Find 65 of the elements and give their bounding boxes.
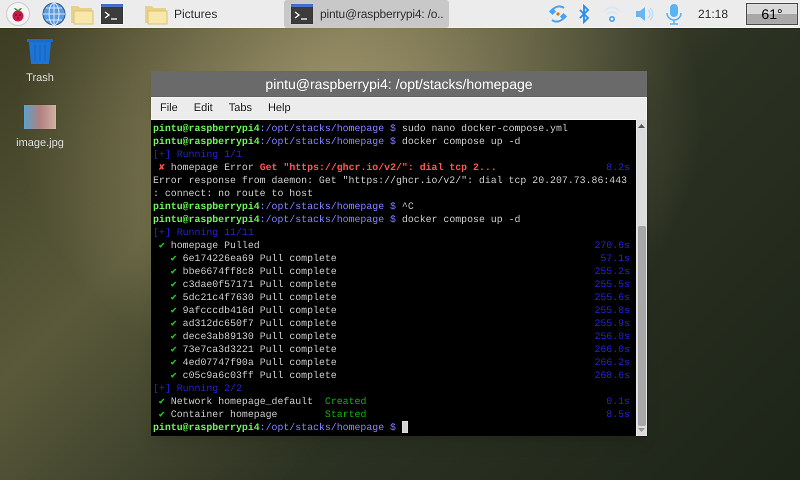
window-title: pintu@raspberrypi4: /opt/stacks/homepage xyxy=(265,74,533,94)
duration-text: 255.2s xyxy=(594,265,630,278)
terminal-icon[interactable] xyxy=(100,3,124,25)
raspberry-logo-icon[interactable] xyxy=(6,2,30,26)
duration-text: 256.0s xyxy=(594,330,630,343)
duration-text: 57.1s xyxy=(600,252,630,265)
cpu-temperature-monitor[interactable]: 61° xyxy=(746,3,798,25)
duration-text: 8.2s xyxy=(606,161,630,174)
network-transfer-icon[interactable] xyxy=(548,4,568,24)
taskbar-window-button[interactable]: Pictures xyxy=(138,0,278,28)
trash-icon[interactable] xyxy=(26,38,54,64)
terminal-line: Error response from daemon: Get "https://ghcr.io/v2/": dial tcp 20.207.73.86:443 xyxy=(153,174,628,187)
terminal-line: ✔ Container homepage Started xyxy=(158,408,366,421)
microphone-icon[interactable] xyxy=(666,3,682,25)
terminal-line: ✔ 5dc21c4f7630 Pull complete xyxy=(170,291,337,304)
terminal-line: ✔ c3dae0f57171 Pull complete xyxy=(170,278,337,291)
wifi-icon[interactable] xyxy=(602,4,622,24)
menu-item[interactable]: Help xyxy=(268,100,291,117)
terminal-line: pintu@raspberrypi4:/opt/stacks/homepage $ sudo nano docker-compose.yml xyxy=(153,122,568,135)
duration-text: 255.8s xyxy=(594,304,630,317)
terminal-line: ✔ dece3ab89130 Pull complete xyxy=(170,330,337,343)
scrollbar-thumb[interactable] xyxy=(638,226,646,426)
scroll-up-arrow-icon[interactable] xyxy=(637,122,646,130)
terminal-line: pintu@raspberrypi4:/opt/stacks/homepage $ docker compose up -d xyxy=(153,213,520,226)
duration-text: 255.9s xyxy=(594,317,630,330)
terminal-line: ✔ 73e7ca3d3221 Pull complete xyxy=(170,343,337,356)
terminal-line: [+] Running 1/1 xyxy=(153,148,242,161)
terminal-icon xyxy=(290,3,314,25)
menu-item[interactable]: File xyxy=(160,100,178,117)
duration-text: 255.5s xyxy=(594,278,630,291)
terminal-line: ✔ c05c9a6c03ff Pull complete xyxy=(170,369,337,382)
taskbar-window-button[interactable]: pintu@raspberrypi4: /o.. xyxy=(284,0,450,28)
photo-placeholder[interactable] xyxy=(24,104,56,128)
duration-text: 268.6s xyxy=(594,369,630,382)
terminal-line: ✔ 9afcccdb416d Pull complete xyxy=(170,304,337,317)
terminal-line: pintu@raspberrypi4:/opt/stacks/homepage $ docker compose up -d xyxy=(153,135,520,148)
speaker-icon[interactable] xyxy=(634,4,654,24)
terminal-line: : connect: no route to host xyxy=(153,187,314,200)
duration-text: 270.6s xyxy=(594,239,630,252)
bluetooth-icon[interactable] xyxy=(578,4,590,24)
terminal-line: [+] Running 2/2 xyxy=(153,382,242,395)
menu-item[interactable]: Edit xyxy=(194,100,213,117)
icon-label[interactable]: image.jpg xyxy=(16,134,64,151)
duration-text: 266.2s xyxy=(594,356,630,369)
duration-text: 8.5s xyxy=(606,408,630,421)
scroll-down-arrow-icon[interactable] xyxy=(637,426,646,434)
terminal-line: ✔ 6e174226ea69 Pull complete xyxy=(170,252,337,265)
folder-icon xyxy=(144,3,168,25)
duration-text: 255.6s xyxy=(594,291,630,304)
duration-text: 0.1s xyxy=(606,395,630,408)
terminal-line: ✘ homepage Error Get "https://ghcr.io/v2/": dial tcp 2... xyxy=(158,161,497,174)
terminal-line: ✔ bbe6674ff8c8 Pull complete xyxy=(170,265,337,278)
terminal-line: pintu@raspberrypi4:/opt/stacks/homepage $ xyxy=(153,421,396,434)
terminal-line: ✔ 4ed07747f90a Pull complete xyxy=(170,356,337,369)
icon-label[interactable]: Trash xyxy=(26,70,54,86)
duration-text: 266.0s xyxy=(594,343,630,356)
globe-icon[interactable] xyxy=(42,2,66,26)
terminal-line: pintu@raspberrypi4:/opt/stacks/homepage $ ^C xyxy=(153,200,414,213)
menu-item[interactable]: Tabs xyxy=(228,100,252,117)
terminal-line: [+] Running 11/11 xyxy=(153,226,254,239)
terminal-line: ✔ ad312dc650f7 Pull complete xyxy=(170,317,337,330)
clock-text: 21:18 xyxy=(698,6,728,23)
terminal-line: ✔ Network homepage_default Created xyxy=(158,395,366,408)
terminal-line: ✔ homepage Pulled xyxy=(158,239,260,252)
scrollbar[interactable] xyxy=(636,120,647,436)
